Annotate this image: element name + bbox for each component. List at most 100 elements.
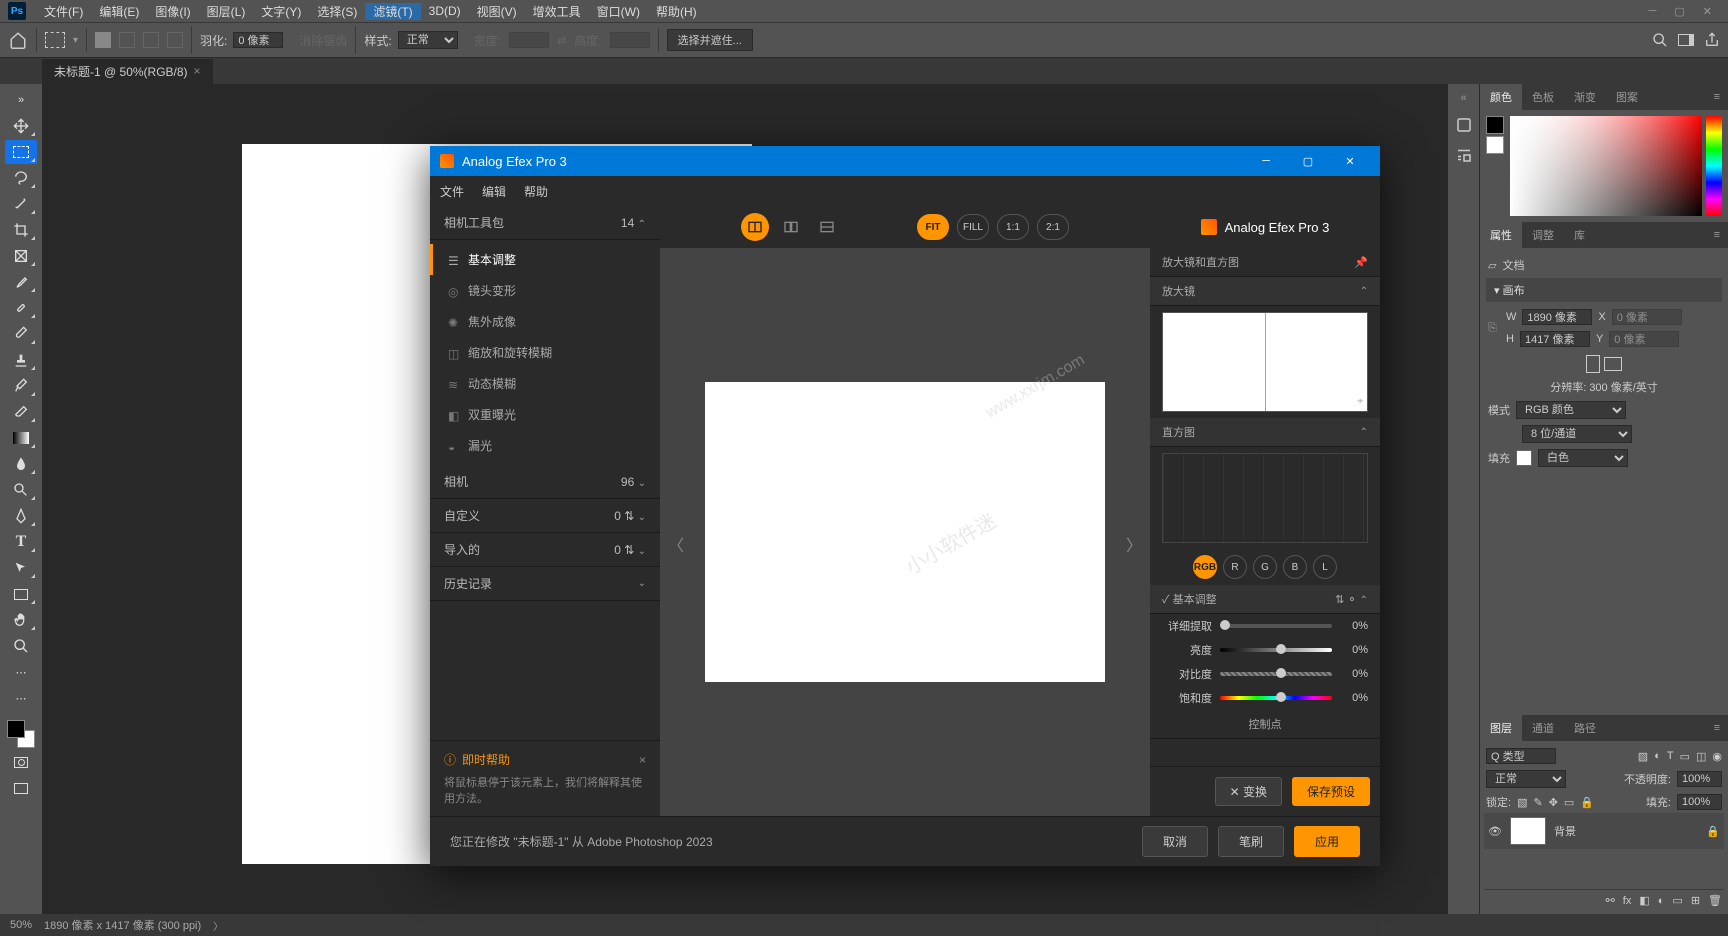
- side-by-side-icon[interactable]: [813, 213, 841, 241]
- tab-layers[interactable]: 图层: [1480, 715, 1522, 741]
- plugin-maximize-icon[interactable]: ▢: [1288, 149, 1328, 174]
- menu-3d[interactable]: 3D(D): [421, 4, 469, 18]
- plugin-menu-edit[interactable]: 编辑: [482, 183, 506, 200]
- menu-file[interactable]: 文件(F): [36, 3, 91, 20]
- zoom-fit-button[interactable]: FIT: [917, 214, 949, 240]
- camera-section[interactable]: 相机96 ⌄: [430, 465, 660, 499]
- orientation-portrait-icon[interactable]: [1586, 355, 1600, 373]
- zoom-level[interactable]: 50%: [10, 919, 32, 931]
- menu-filter[interactable]: 滤镜(T): [365, 3, 420, 20]
- channel-b-button[interactable]: B: [1283, 555, 1307, 579]
- selection-mode-add-icon[interactable]: [119, 32, 135, 48]
- lock-position-icon[interactable]: ✥: [1549, 796, 1558, 809]
- filter-type-icon[interactable]: T: [1667, 750, 1674, 762]
- menu-help[interactable]: 帮助(H): [648, 3, 705, 20]
- channel-r-button[interactable]: R: [1223, 555, 1247, 579]
- zoom-2to1-button[interactable]: 2:1: [1037, 214, 1069, 240]
- menu-view[interactable]: 视图(V): [469, 3, 525, 20]
- tab-libraries[interactable]: 库: [1564, 222, 1595, 248]
- plugin-menu-file[interactable]: 文件: [440, 183, 464, 200]
- custom-section[interactable]: 自定义0 ⇅ ⌄: [430, 499, 660, 533]
- layer-row-background[interactable]: 👁 背景 🔒: [1484, 813, 1724, 849]
- camera-kit-section[interactable]: 相机工具包14 ⌃: [430, 206, 660, 240]
- pen-tool[interactable]: [5, 504, 37, 528]
- document-tab[interactable]: 未标题-1 @ 50%(RGB/8) ×: [42, 59, 213, 84]
- new-layer-icon[interactable]: ⊞: [1691, 894, 1700, 907]
- brightness-slider[interactable]: 亮度0%: [1150, 638, 1380, 662]
- lock-transparency-icon[interactable]: ▧: [1517, 796, 1527, 809]
- item-zoom-rotate-blur[interactable]: ◫缩放和旋转模糊: [430, 337, 660, 368]
- home-icon[interactable]: [8, 30, 28, 50]
- channel-g-button[interactable]: G: [1253, 555, 1277, 579]
- edit-toolbar-icon[interactable]: ⋯: [5, 686, 37, 710]
- canvas-width-input[interactable]: [1522, 309, 1592, 325]
- tab-swatches[interactable]: 色板: [1522, 84, 1564, 110]
- bit-depth-select[interactable]: 8 位/通道: [1522, 425, 1632, 443]
- stamp-tool[interactable]: [5, 348, 37, 372]
- brush-button[interactable]: 笔刷: [1218, 826, 1284, 857]
- panel-menu-icon[interactable]: ≡: [1706, 722, 1728, 734]
- path-select-tool[interactable]: [5, 556, 37, 580]
- minimize-icon[interactable]: ─: [1649, 5, 1657, 18]
- blur-tool[interactable]: [5, 452, 37, 476]
- plugin-menu-help[interactable]: 帮助: [524, 183, 548, 200]
- fill-swatch[interactable]: [1516, 450, 1532, 466]
- pin-icon[interactable]: 📌: [1354, 256, 1368, 269]
- panel-shortcut-a-icon[interactable]: [1455, 116, 1473, 134]
- filter-pixel-icon[interactable]: ▧: [1638, 750, 1648, 763]
- move-tool[interactable]: [5, 114, 37, 138]
- quickmask-icon[interactable]: [5, 750, 37, 774]
- lock-artboard-icon[interactable]: ▭: [1564, 796, 1574, 809]
- shuffle-button[interactable]: ✕ 变换: [1215, 777, 1282, 806]
- more-tools-icon[interactable]: ⋯: [5, 660, 37, 684]
- saturation-slider[interactable]: 饱和度0%: [1150, 686, 1380, 710]
- histogram-section[interactable]: 直方图⌃: [1150, 418, 1380, 447]
- menu-plugins[interactable]: 增效工具: [525, 3, 589, 20]
- save-preset-button[interactable]: 保存预设: [1292, 777, 1370, 806]
- detail-slider[interactable]: 详细提取0%: [1150, 614, 1380, 638]
- channel-rgb-button[interactable]: RGB: [1193, 555, 1217, 579]
- canvas-height-input[interactable]: [1520, 331, 1590, 347]
- canvas-section[interactable]: ▾ 画布: [1486, 278, 1722, 302]
- magnifier-section[interactable]: 放大镜⌃: [1150, 277, 1380, 306]
- link-layers-icon[interactable]: ⚯: [1606, 894, 1615, 907]
- panel-shortcut-b-icon[interactable]: [1455, 146, 1473, 164]
- panel-menu-icon[interactable]: ≡: [1706, 229, 1728, 241]
- selection-mode-intersect-icon[interactable]: [167, 32, 183, 48]
- history-brush-tool[interactable]: [5, 374, 37, 398]
- zoom-fill-button[interactable]: FILL: [957, 214, 989, 240]
- heal-tool[interactable]: [5, 296, 37, 320]
- close-icon[interactable]: ✕: [1703, 5, 1712, 18]
- style-select[interactable]: 正常: [398, 31, 458, 49]
- link-icon[interactable]: ⎘: [1488, 322, 1500, 335]
- menu-image[interactable]: 图像(I): [147, 3, 198, 20]
- lock-all-icon[interactable]: 🔒: [1580, 796, 1594, 809]
- adjustment-layer-icon[interactable]: ◐: [1658, 895, 1665, 907]
- filter-shape-icon[interactable]: ▭: [1680, 750, 1690, 763]
- item-motion-blur[interactable]: ≋动态模糊: [430, 368, 660, 399]
- selection-mode-subtract-icon[interactable]: [143, 32, 159, 48]
- contrast-slider[interactable]: 对比度0%: [1150, 662, 1380, 686]
- eyedropper-tool[interactable]: [5, 270, 37, 294]
- filter-toggle-icon[interactable]: ◉: [1712, 750, 1722, 763]
- item-bokeh[interactable]: ✺焦外成像: [430, 306, 660, 337]
- screenmode-icon[interactable]: [5, 776, 37, 800]
- workspace-icon[interactable]: [1678, 34, 1694, 46]
- plugin-canvas-area[interactable]: 〈 小小软件迷 www.xxrjm.com 〉: [660, 248, 1150, 816]
- plugin-titlebar[interactable]: Analog Efex Pro 3 ─ ▢ ✕: [430, 146, 1380, 176]
- selection-mode-new-icon[interactable]: [95, 32, 111, 48]
- filter-adjust-icon[interactable]: ◐: [1654, 750, 1661, 762]
- plugin-close-icon[interactable]: ✕: [1330, 149, 1370, 174]
- next-arrow-icon[interactable]: 〉: [1126, 532, 1142, 556]
- share-icon[interactable]: [1704, 32, 1720, 48]
- tab-color[interactable]: 颜色: [1480, 84, 1522, 110]
- tab-adjustments[interactable]: 调整: [1522, 222, 1564, 248]
- tab-paths[interactable]: 路径: [1564, 715, 1606, 741]
- tab-channels[interactable]: 通道: [1522, 715, 1564, 741]
- color-mode-select[interactable]: RGB 颜色: [1516, 401, 1626, 419]
- lasso-tool[interactable]: [5, 166, 37, 190]
- cancel-button[interactable]: 取消: [1142, 826, 1208, 857]
- channel-l-button[interactable]: L: [1313, 555, 1337, 579]
- locate-icon[interactable]: ⌖: [1357, 396, 1363, 407]
- delete-layer-icon[interactable]: 🗑: [1708, 894, 1722, 907]
